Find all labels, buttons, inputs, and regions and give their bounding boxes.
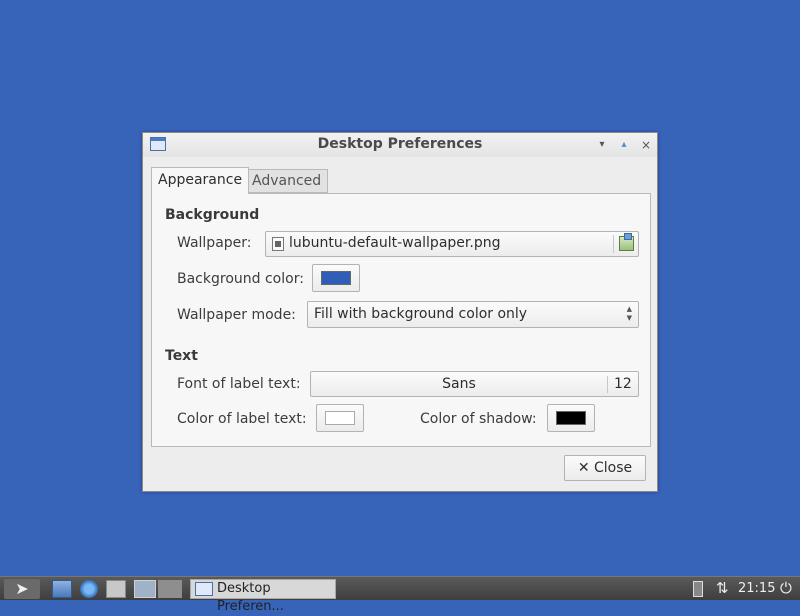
network-icon[interactable]: ⇅ bbox=[716, 579, 729, 597]
divider bbox=[613, 235, 614, 253]
show-desktop-icon[interactable] bbox=[106, 580, 126, 598]
divider bbox=[607, 376, 608, 393]
desktop-preferences-window: Desktop Preferences ▾ ▴ × Appearance Adv… bbox=[142, 132, 658, 492]
tab-advanced[interactable]: Advanced bbox=[245, 169, 329, 193]
minimize-icon[interactable]: ▾ bbox=[595, 138, 609, 152]
select-arrows-icon: ▲ ▼ bbox=[626, 305, 632, 322]
title-bar[interactable]: Desktop Preferences ▾ ▴ × bbox=[143, 133, 657, 157]
label-color-swatch bbox=[325, 411, 355, 425]
wallpaper-mode-select[interactable]: Fill with background color only ▲ ▼ bbox=[307, 301, 639, 328]
background-color-swatch bbox=[321, 271, 351, 285]
font-size: 12 bbox=[614, 376, 632, 392]
background-section-title: Background bbox=[165, 207, 260, 223]
taskbar-window-button[interactable]: Desktop Preferen... bbox=[190, 579, 336, 614]
font-button[interactable]: Sans 12 bbox=[310, 371, 639, 397]
wallpaper-mode-label: Wallpaper mode: bbox=[177, 307, 296, 323]
open-folder-icon[interactable] bbox=[619, 233, 634, 251]
font-name: Sans bbox=[442, 376, 476, 392]
close-button[interactable]: ✕ Close bbox=[564, 455, 646, 481]
image-file-icon bbox=[272, 237, 284, 251]
background-color-button[interactable] bbox=[312, 264, 360, 292]
font-label: Font of label text: bbox=[177, 376, 301, 392]
wallpaper-mode-value: Fill with background color only bbox=[314, 306, 528, 322]
taskbar: ➤ Desktop Preferen... ⇅ 21:15 ⏻ bbox=[0, 576, 800, 614]
start-menu-icon[interactable]: ➤ bbox=[4, 579, 40, 599]
label-color-label: Color of label text: bbox=[177, 411, 307, 427]
taskbar-window-label: Desktop Preferen... bbox=[217, 581, 284, 614]
workspace-2[interactable] bbox=[158, 580, 182, 598]
shadow-color-label: Color of shadow: bbox=[420, 411, 537, 427]
tab-appearance[interactable]: Appearance bbox=[151, 167, 250, 194]
text-section-title: Text bbox=[165, 348, 198, 364]
close-window-icon[interactable]: × bbox=[639, 138, 653, 152]
appearance-panel: Background Wallpaper: lubuntu-default-wa… bbox=[151, 193, 651, 447]
file-manager-icon[interactable] bbox=[52, 580, 72, 598]
label-color-button[interactable] bbox=[316, 404, 364, 432]
clock[interactable]: 21:15 bbox=[738, 580, 775, 598]
background-color-label: Background color: bbox=[177, 271, 304, 287]
power-icon[interactable]: ⏻ bbox=[780, 579, 792, 597]
browser-icon[interactable] bbox=[80, 580, 98, 598]
wallpaper-file-chooser[interactable]: lubuntu-default-wallpaper.png bbox=[265, 231, 639, 257]
shadow-color-swatch bbox=[556, 411, 586, 425]
window-icon bbox=[195, 582, 213, 596]
window-title: Desktop Preferences bbox=[317, 136, 483, 152]
battery-icon[interactable] bbox=[693, 581, 703, 597]
wallpaper-label: Wallpaper: bbox=[177, 235, 252, 251]
workspace-1[interactable] bbox=[134, 580, 156, 598]
wallpaper-filename: lubuntu-default-wallpaper.png bbox=[289, 235, 501, 251]
maximize-icon[interactable]: ▴ bbox=[617, 138, 631, 152]
shadow-color-button[interactable] bbox=[547, 404, 595, 432]
